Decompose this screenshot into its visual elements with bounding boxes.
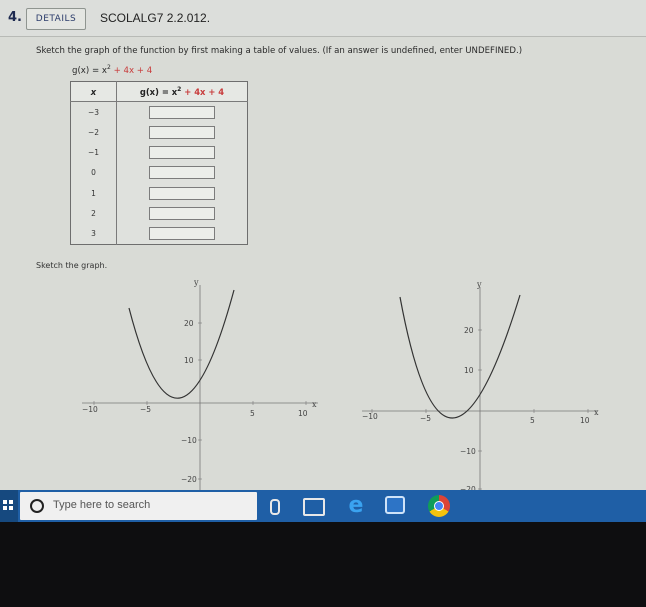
x-tick-label: −10 (82, 405, 98, 414)
monitor-bezel (0, 522, 646, 607)
y-tick-label: −10 (460, 447, 476, 456)
g-value-input[interactable] (149, 227, 215, 241)
taskbar-search-box[interactable]: Type here to search (20, 492, 257, 520)
taskbar: Type here to search e (0, 490, 646, 522)
x-tick-label: −5 (420, 414, 431, 423)
table-row: −3 (70, 101, 248, 123)
table-row: −2 (70, 122, 248, 143)
table-row: −1 (70, 142, 248, 163)
x-value: −2 (70, 122, 117, 143)
function-name: g(x) = (72, 65, 102, 76)
x-tick-label: −10 (362, 412, 378, 421)
g-value-input[interactable] (149, 146, 215, 160)
x-value: 1 (70, 183, 117, 204)
g-value-input[interactable] (149, 166, 215, 180)
x-tick-label: 10 (580, 416, 590, 425)
y-axis-label: y (476, 280, 482, 289)
x-tick-label: 10 (298, 409, 308, 418)
x-value: 3 (70, 223, 117, 245)
x-value: −3 (70, 101, 117, 123)
y-tick-label: 10 (184, 356, 194, 365)
graph-option-1[interactable]: x y −10 −5 5 10 20 10 −10 −20 (80, 275, 330, 495)
y-tick-label: 20 (184, 319, 194, 328)
x-value: 0 (70, 162, 117, 184)
cortana-circle-icon (30, 499, 44, 513)
values-table: x g(x) = x2 + 4x + 4 −3 −2 −1 0 1 2 3 (70, 81, 248, 245)
g-value-input[interactable] (149, 207, 215, 221)
parabola-curve (128, 289, 235, 399)
function-definition: g(x) = x2 + 4x + 4 (72, 64, 152, 76)
table-header-row: x g(x) = x2 + 4x + 4 (70, 81, 248, 102)
g-value-input[interactable] (149, 125, 215, 139)
table-row: 2 (70, 203, 248, 224)
windows-icon (3, 500, 13, 510)
edge-browser-icon[interactable]: e (345, 495, 367, 517)
microphone-icon[interactable] (270, 499, 280, 515)
sketch-label: Sketch the graph. (36, 261, 108, 270)
parabola-curve (399, 294, 521, 419)
y-axis-label: y (193, 278, 199, 287)
x-tick-label: 5 (250, 409, 255, 418)
x-value: 2 (70, 203, 117, 224)
instructions-text: Sketch the graph of the function by firs… (36, 46, 523, 56)
chrome-icon[interactable] (428, 495, 450, 517)
table-header-g: g(x) = x2 + 4x + 4 (116, 81, 248, 102)
g-value-input[interactable] (149, 186, 215, 200)
browser-screen: 4. DETAILS SCOLALG7 2.2.012. Sketch the … (0, 0, 646, 522)
x-tick-label: −5 (140, 405, 151, 414)
details-button[interactable]: DETAILS (26, 8, 86, 30)
table-row: 0 (70, 162, 248, 184)
store-icon[interactable] (385, 496, 405, 514)
question-code: SCOLALG7 2.2.012. (100, 11, 211, 25)
search-placeholder: Type here to search (53, 499, 151, 511)
y-tick-label: −20 (181, 475, 197, 484)
g-value-input[interactable] (149, 105, 215, 119)
x-axis-label: x (312, 400, 317, 409)
task-view-icon[interactable] (303, 498, 325, 516)
question-number: 4. (8, 10, 22, 25)
question-header: 4. DETAILS SCOLALG7 2.2.012. (0, 0, 646, 37)
x-axis-label: x (594, 408, 599, 417)
function-rest: + 4x + 4 (110, 65, 153, 76)
y-tick-label: −10 (181, 436, 197, 445)
x-tick-label: 5 (530, 416, 535, 425)
start-button[interactable] (0, 490, 18, 522)
table-row: 3 (70, 223, 248, 245)
table-header-x: x (70, 81, 117, 102)
graph-option-2[interactable]: x y −10 −5 5 10 20 10 −10 −20 (360, 275, 610, 495)
y-tick-label: 10 (464, 366, 474, 375)
x-value: −1 (70, 142, 117, 163)
table-row: 1 (70, 183, 248, 204)
y-tick-label: 20 (464, 326, 474, 335)
